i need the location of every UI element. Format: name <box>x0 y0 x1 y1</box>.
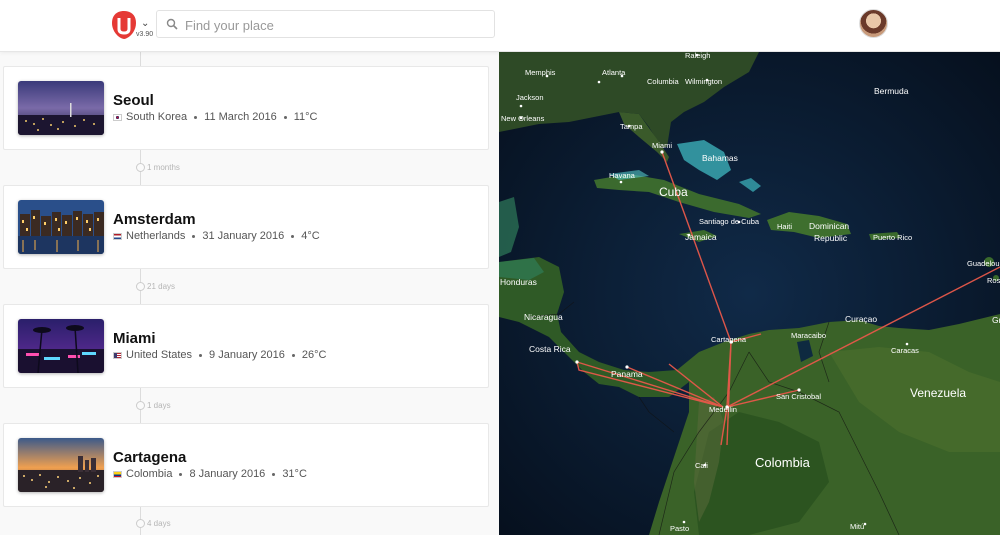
chevron-down-icon[interactable]: ⌄ <box>141 18 149 29</box>
trip-date: 8 January 2016 <box>189 468 266 480</box>
city-name: Cartagena <box>113 449 187 466</box>
map-label: Wilmington <box>685 77 722 86</box>
satellite-map[interactable]: Memphis Atlanta Raleigh Columbia Wilming… <box>499 52 1000 535</box>
search-icon <box>166 18 178 30</box>
temperature: 4°C <box>301 230 320 242</box>
version-label: v3.90 <box>136 31 154 38</box>
search-box[interactable] <box>156 10 495 38</box>
top-bar: ⌄ v3.90 <box>0 0 1000 52</box>
trip-card-cartagena[interactable]: Cartagena Colombia 8 January 2016 31°C <box>3 423 489 507</box>
map-label: Cuba <box>659 185 688 199</box>
map-label: Cali <box>695 461 708 470</box>
gap-label: 1 months <box>147 163 180 172</box>
map-label: Colombia <box>755 455 811 470</box>
trip-meta: Colombia 8 January 2016 31°C <box>113 468 307 480</box>
map-label: Mitú <box>850 522 864 531</box>
gap-label: 1 days <box>147 401 171 410</box>
city-photo <box>18 200 104 254</box>
map-label: Honduras <box>500 277 537 287</box>
flag-icon <box>113 113 122 121</box>
map-label: Jackson <box>516 93 544 102</box>
temperature: 31°C <box>282 468 307 480</box>
map-canvas[interactable]: Memphis Atlanta Raleigh Columbia Wilming… <box>499 52 1000 535</box>
trip-timeline: Seoul South Korea 11 March 2016 11°C 1 m… <box>0 52 499 535</box>
country-name: Colombia <box>126 468 173 480</box>
map-label: Costa Rica <box>529 344 571 354</box>
map-label: Ros <box>987 276 1000 285</box>
city-name: Seoul <box>113 92 154 109</box>
map-label: Raleigh <box>685 52 710 60</box>
trip-meta: Netherlands 31 January 2016 4°C <box>113 230 320 242</box>
country-name: Netherlands <box>126 230 186 242</box>
map-label: Atlanta <box>602 68 626 77</box>
trip-card-miami[interactable]: Miami United States 9 January 2016 26°C <box>3 304 489 388</box>
map-label: Dominican <box>809 221 849 231</box>
map-label: Jamaica <box>685 232 717 242</box>
map-label: Republic <box>814 233 848 243</box>
trip-date: 9 January 2016 <box>209 349 285 361</box>
time-gap: 4 days <box>136 519 171 528</box>
map-label: Havana <box>609 171 636 180</box>
flag-icon <box>113 470 122 478</box>
country-name: United States <box>126 349 193 361</box>
temperature: 26°C <box>301 349 327 361</box>
trip-meta: South Korea 11 March 2016 11°C <box>113 111 318 123</box>
map-label: Memphis <box>525 68 556 77</box>
city-name: Amsterdam <box>113 211 196 228</box>
map-label: Venezuela <box>910 386 966 400</box>
map-label: Curaçao <box>845 314 877 324</box>
city-name: Miami <box>113 330 156 347</box>
city-photo <box>18 438 104 492</box>
map-label: New Orleans <box>501 114 545 123</box>
map-label: San Cristobal <box>776 392 821 401</box>
map-label: Guadeloupe <box>967 259 1000 268</box>
map-label: Maracaibo <box>791 331 826 340</box>
map-label: Medellin <box>709 405 737 414</box>
map-label: Tampa <box>620 122 643 131</box>
gap-label: 4 days <box>147 519 171 528</box>
city-photo <box>18 81 104 135</box>
map-label: Haiti <box>777 222 792 231</box>
trip-card-amsterdam[interactable]: Amsterdam Netherlands 31 January 2016 4°… <box>3 185 489 269</box>
trip-date: 31 January 2016 <box>202 230 285 242</box>
avatar[interactable] <box>859 9 888 38</box>
city-photo <box>18 319 104 373</box>
temperature: 11°C <box>293 111 318 123</box>
map-label: Santiago de Cuba <box>699 217 760 226</box>
map-label: Nicaragua <box>524 312 563 322</box>
map-label: Pasto <box>670 524 689 533</box>
time-gap: 1 months <box>136 163 180 172</box>
trip-date: 11 March 2016 <box>204 111 277 123</box>
time-gap: 1 days <box>136 401 171 410</box>
search-input[interactable] <box>185 14 485 36</box>
trip-meta: United States 9 January 2016 26°C <box>113 349 326 361</box>
flag-icon <box>113 351 122 359</box>
map-label: Bahamas <box>702 153 738 163</box>
map-label: Cartagena <box>711 335 747 344</box>
map-label: Puerto Rico <box>873 233 912 242</box>
map-label: Caracas <box>891 346 919 355</box>
country-name: South Korea <box>126 111 188 123</box>
time-gap: 21 days <box>136 282 175 291</box>
map-label: Bermuda <box>874 86 909 96</box>
map-label: Columbia <box>647 77 680 86</box>
flag-icon <box>113 232 122 240</box>
map-label: Miami <box>652 141 672 150</box>
gap-label: 21 days <box>147 282 176 291</box>
trip-card-seoul[interactable]: Seoul South Korea 11 March 2016 11°C <box>3 66 489 150</box>
map-label: Gr <box>992 315 1000 325</box>
map-label: Panama <box>611 369 643 379</box>
app-logo-icon[interactable] <box>110 10 138 40</box>
